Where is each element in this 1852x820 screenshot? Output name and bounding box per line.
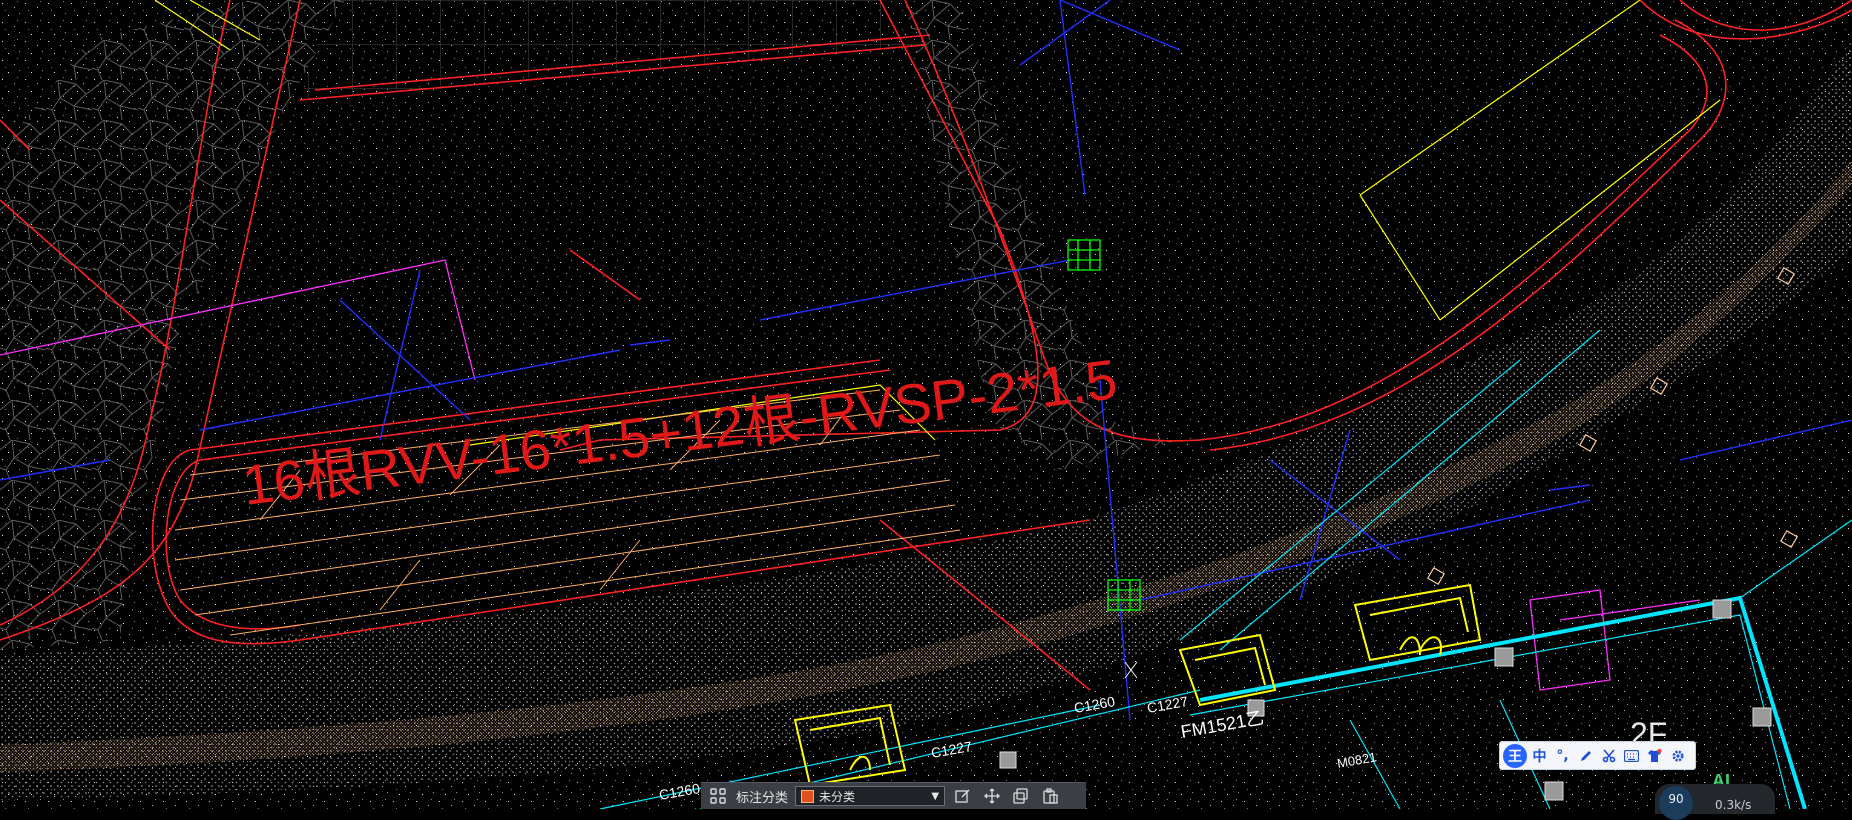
copy-icon[interactable] bbox=[1010, 785, 1032, 807]
ime-toolbar: 王 中 °, bbox=[1499, 741, 1696, 770]
move-icon[interactable] bbox=[981, 785, 1003, 807]
grid-icon[interactable] bbox=[707, 785, 729, 807]
gear-icon[interactable] bbox=[1667, 745, 1688, 767]
paste-icon[interactable] bbox=[1039, 785, 1061, 807]
network-speed-widget[interactable]: 90 0.3k/s bbox=[1655, 784, 1775, 820]
gauge-value: 90 bbox=[1659, 786, 1693, 820]
annotation-category-label: 标注分类 bbox=[736, 790, 789, 806]
ime-punct-toggle[interactable]: °, bbox=[1552, 745, 1573, 767]
ime-mode-toggle[interactable]: 中 bbox=[1529, 745, 1550, 767]
keyboard-icon[interactable] bbox=[1621, 745, 1642, 767]
chevron-down-icon: ▼ bbox=[931, 790, 940, 802]
scissors-icon[interactable] bbox=[1598, 745, 1619, 767]
annotation-category-value: 未分类 bbox=[819, 789, 856, 804]
edit-icon[interactable] bbox=[952, 785, 974, 807]
annotation-toolbar: 标注分类 未分类 ▼ bbox=[701, 782, 1086, 809]
category-color-swatch bbox=[801, 789, 815, 803]
shirt-icon[interactable] bbox=[1644, 745, 1665, 767]
annotation-category-select[interactable]: 未分类 ▼ bbox=[795, 786, 946, 806]
ime-logo[interactable]: 王 bbox=[1503, 743, 1527, 768]
pen-icon[interactable] bbox=[1575, 745, 1596, 767]
net-speed-text: 0.3k/s bbox=[1715, 798, 1752, 812]
cad-drawing-canvas[interactable]: 16根RVV-16*1.5+12根-RVSP-2*1.5 2F C1260 C1… bbox=[0, 0, 1852, 809]
